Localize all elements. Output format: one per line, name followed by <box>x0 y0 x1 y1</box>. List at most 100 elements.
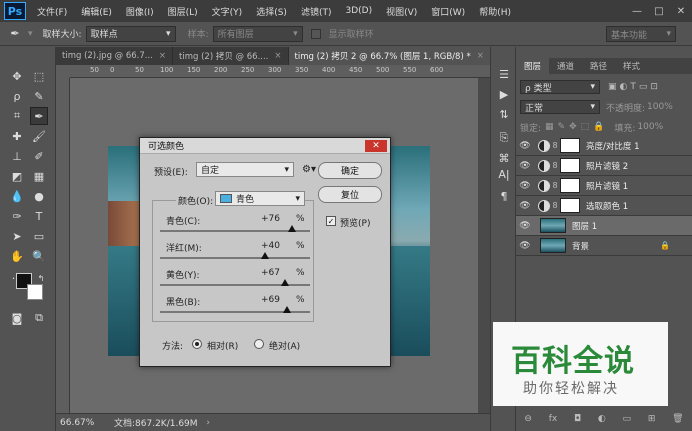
menu-select[interactable]: 选择(S) <box>249 5 294 18</box>
magenta-slider-thumb[interactable] <box>261 252 269 259</box>
history-brush-icon[interactable]: ✐ <box>30 147 48 165</box>
layer-row[interactable]: 👁 8 亮度/对比度 1 <box>516 136 692 156</box>
eyedropper-icon[interactable]: ✒ <box>6 25 24 43</box>
minimize-button[interactable]: — <box>626 0 648 22</box>
history-panel-icon[interactable]: ☰ <box>495 65 513 83</box>
brush-tool-icon[interactable]: 🖌 <box>30 127 48 145</box>
dodge-tool-icon[interactable]: ● <box>30 187 48 205</box>
blur-tool-icon[interactable]: 💧 <box>8 187 26 205</box>
tab-paths[interactable]: 路径 <box>582 58 615 74</box>
ok-button[interactable]: 确定 <box>318 162 382 179</box>
preset-options-gear-icon[interactable]: ⚙▾ <box>302 164 316 175</box>
lasso-tool-icon[interactable]: ρ <box>8 87 26 105</box>
close-button[interactable]: ✕ <box>670 0 692 22</box>
marquee-tool-icon[interactable]: ⬚ <box>30 67 48 85</box>
menu-filter[interactable]: 滤镜(T) <box>294 5 339 18</box>
pen-tool-icon[interactable]: ✑ <box>8 207 26 225</box>
close-icon[interactable]: × <box>159 51 166 61</box>
tab-channels[interactable]: 通道 <box>549 58 582 74</box>
hand-tool-icon[interactable]: ✋ <box>8 247 26 265</box>
new-group-icon[interactable]: ▭ <box>623 414 632 424</box>
blend-mode-select[interactable]: 正常 ▾ <box>520 100 600 114</box>
screen-mode-icon[interactable]: ⧉ <box>30 309 48 327</box>
filter-icons[interactable]: ▣◐T▭⊡ <box>608 82 661 92</box>
eyedropper-tool-icon[interactable]: ✒ <box>30 107 48 125</box>
yellow-slider-thumb[interactable] <box>281 279 290 286</box>
zoom-readout[interactable]: 66.67% <box>60 418 94 428</box>
layer-thumbnail[interactable] <box>540 238 566 253</box>
menu-layer[interactable]: 图层(L) <box>161 5 205 18</box>
gradient-tool-icon[interactable]: ▦ <box>30 167 48 185</box>
magenta-slider-track[interactable] <box>160 257 310 259</box>
eraser-tool-icon[interactable]: ◩ <box>8 167 26 185</box>
tab-layers[interactable]: 图层 <box>516 58 550 74</box>
new-layer-icon[interactable]: ⊞ <box>648 414 656 424</box>
eye-icon[interactable]: 👁 <box>516 161 534 171</box>
show-ring-checkbox[interactable] <box>310 28 321 39</box>
zoom-tool-icon[interactable]: 🔍 <box>30 247 48 265</box>
adjustments-panel-icon[interactable]: ⇅ <box>495 105 513 123</box>
status-arrow-icon[interactable]: › <box>206 418 210 428</box>
tool-preset-chevron-icon[interactable]: ▾ <box>28 29 33 39</box>
crop-tool-icon[interactable]: ⌗ <box>8 107 26 125</box>
eye-icon[interactable]: 👁 <box>516 201 534 211</box>
mask-thumbnail[interactable] <box>560 158 580 173</box>
opacity-value[interactable]: 100% <box>647 102 673 112</box>
character-panel-icon[interactable]: A| <box>495 165 513 183</box>
stamp-tool-icon[interactable]: ⊥ <box>8 147 26 165</box>
layer-row-selected[interactable]: 👁 图层 1 <box>516 216 692 236</box>
dialog-close-button[interactable]: ✕ <box>365 140 387 152</box>
shape-tool-icon[interactable]: ▭ <box>30 227 48 245</box>
cyan-slider-thumb[interactable] <box>288 225 296 232</box>
type-tool-icon[interactable]: T <box>30 207 48 225</box>
sample-select[interactable]: 所有图层 ▾ <box>212 25 303 42</box>
black-slider-thumb[interactable] <box>282 306 291 313</box>
eye-icon[interactable]: 👁 <box>516 221 534 231</box>
trash-icon[interactable]: 🗑 <box>672 414 683 424</box>
quick-select-tool-icon[interactable]: ✎ <box>30 87 48 105</box>
link-layers-icon[interactable]: ⊖ <box>524 414 532 424</box>
layer-row[interactable]: 👁 背景 🔒 <box>516 236 692 256</box>
menu-file[interactable]: 文件(F) <box>30 5 74 18</box>
layer-filter-select[interactable]: ρ 类型 ▾ <box>520 80 600 94</box>
close-icon[interactable]: × <box>477 51 484 61</box>
layer-row[interactable]: 👁 8 照片滤镜 1 <box>516 176 692 196</box>
move-tool-icon[interactable]: ✥ <box>8 67 26 85</box>
doc-tab-2[interactable]: timg (2) 拷贝 @ 66.... × <box>173 47 289 65</box>
mask-thumbnail[interactable] <box>560 178 580 193</box>
absolute-radio[interactable] <box>254 339 264 349</box>
quick-mask-icon[interactable]: ◙ <box>8 309 26 327</box>
preset-select[interactable]: 自定 ▾ <box>196 162 294 177</box>
menu-window[interactable]: 窗口(W) <box>424 5 472 18</box>
eye-icon[interactable]: 👁 <box>516 181 534 191</box>
preview-checkbox[interactable]: ✓ <box>326 216 336 226</box>
fill-value[interactable]: 100% <box>637 122 663 132</box>
mask-thumbnail[interactable] <box>560 138 580 153</box>
relative-radio[interactable] <box>192 339 202 349</box>
black-value[interactable]: +69 <box>252 295 280 307</box>
maximize-button[interactable]: □ <box>648 0 670 22</box>
path-select-icon[interactable]: ➤ <box>8 227 26 245</box>
eye-icon[interactable]: 👁 <box>516 141 534 151</box>
menu-image[interactable]: 图像(I) <box>119 5 161 18</box>
yellow-value[interactable]: +67 <box>252 268 280 280</box>
layer-row[interactable]: 👁 8 选取颜色 1 <box>516 196 692 216</box>
reset-button[interactable]: 复位 <box>318 186 382 203</box>
mask-thumbnail[interactable] <box>560 198 580 213</box>
close-icon[interactable]: × <box>274 51 281 61</box>
paragraph-panel-icon[interactable]: ¶ <box>495 187 513 205</box>
doc-tab-3[interactable]: timg (2) 拷贝 2 @ 66.7% (图层 1, RGB/8) * × <box>288 47 491 65</box>
menu-help[interactable]: 帮助(H) <box>472 5 518 18</box>
lock-icons[interactable]: ▦✎✥⬚🔒 <box>545 122 608 132</box>
add-mask-icon[interactable]: ◘ <box>574 414 581 424</box>
new-adjustment-icon[interactable]: ◐ <box>598 414 606 424</box>
menu-type[interactable]: 文字(Y) <box>205 5 250 18</box>
properties-panel-icon[interactable]: ⎘ <box>495 129 513 147</box>
cyan-value[interactable]: +76 <box>252 214 280 226</box>
colors-select[interactable]: 青色 ▾ <box>215 191 305 206</box>
fx-icon[interactable]: fx <box>549 414 558 424</box>
vertical-scrollbar[interactable] <box>478 78 490 413</box>
sample-size-select[interactable]: 取样点 ▾ <box>85 25 176 42</box>
menu-3d[interactable]: 3D(D) <box>338 6 379 16</box>
layer-thumbnail[interactable] <box>540 218 566 233</box>
